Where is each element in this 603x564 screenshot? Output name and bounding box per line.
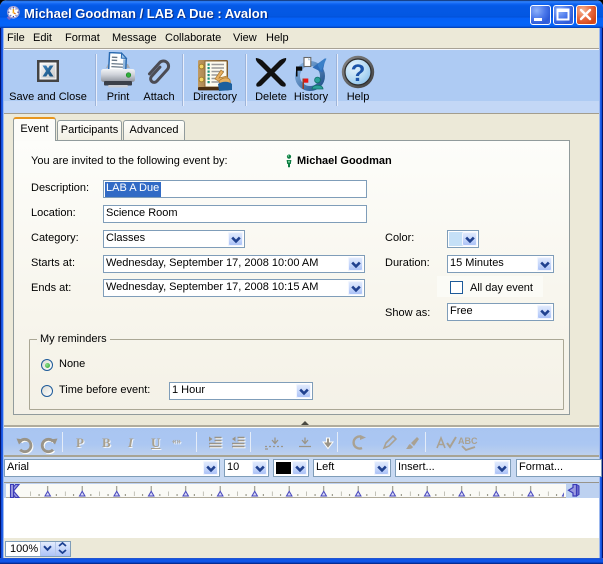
svg-text:?: ? <box>351 60 366 87</box>
svg-text:ABC: ABC <box>458 436 478 446</box>
